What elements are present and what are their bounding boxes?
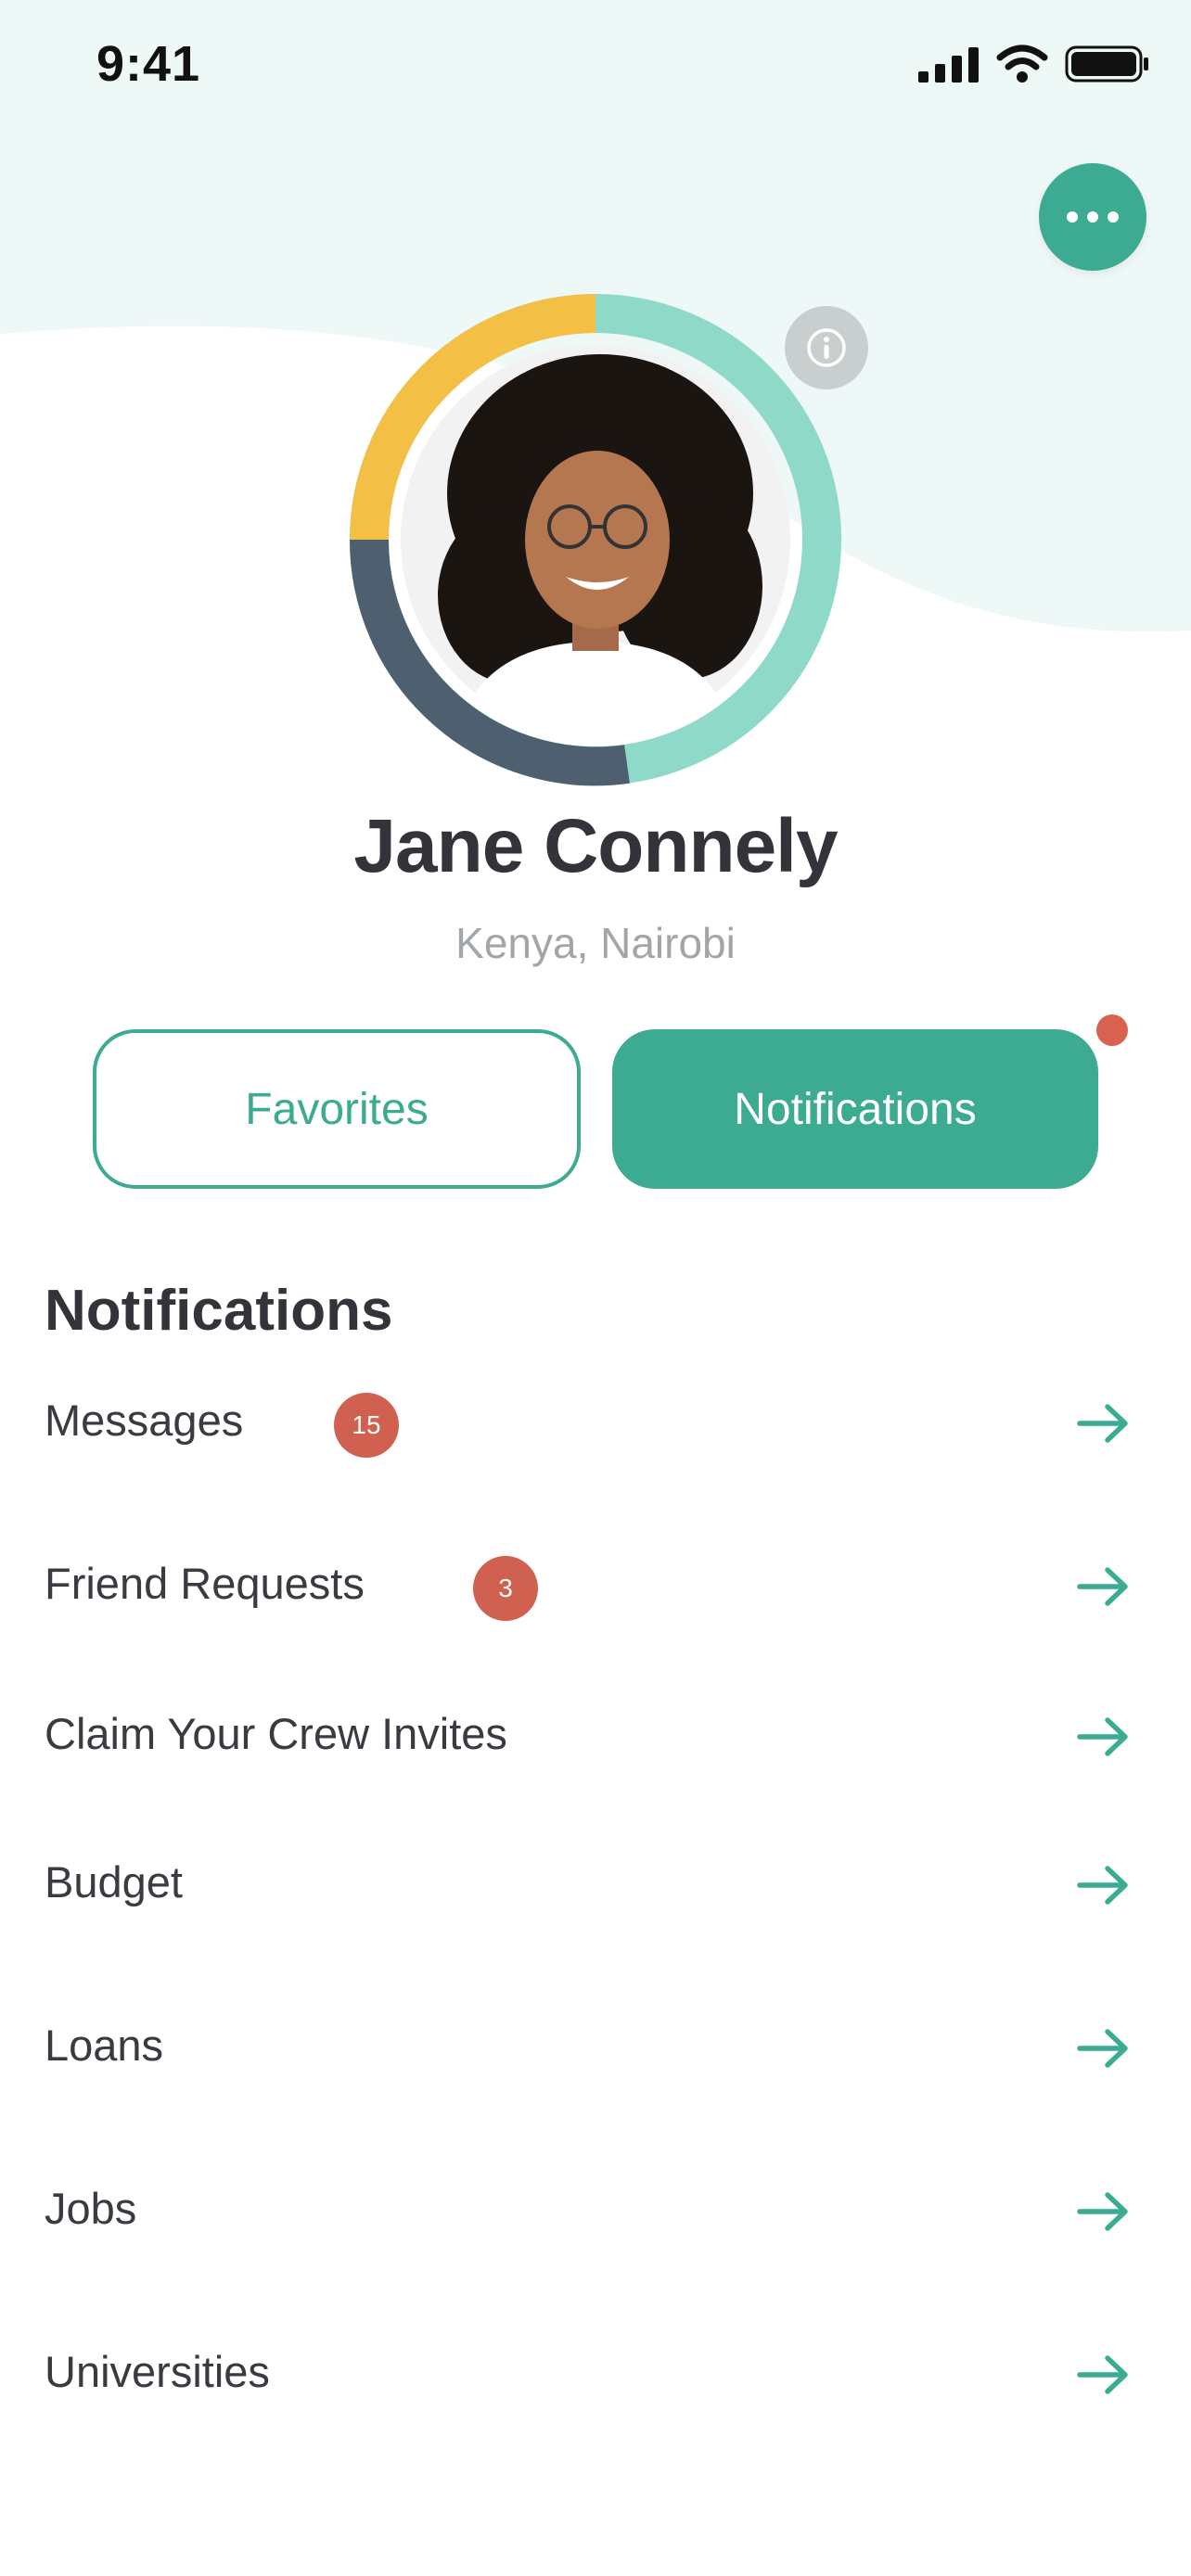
- list-item-loans[interactable]: Loans: [0, 1997, 1191, 2099]
- arrow-right-icon: [1077, 1717, 1128, 1756]
- profile-name: Jane Connely: [353, 804, 838, 888]
- status-icons: [918, 45, 1150, 83]
- more-dots-icon: [1067, 211, 1078, 223]
- arrow-right-icon: [1077, 1567, 1128, 1606]
- count-badge: 3: [473, 1556, 538, 1621]
- list-item-label: Claim Your Crew Invites: [45, 1709, 507, 1758]
- more-options-button[interactable]: [1039, 163, 1146, 271]
- section-title: Notifications: [45, 1279, 393, 1343]
- arrow-right-icon: [1077, 2192, 1128, 2231]
- list-item-crew-invites[interactable]: Claim Your Crew Invites: [0, 1686, 1191, 1788]
- list-item-label: Universities: [45, 2347, 270, 2396]
- list-item-label: Loans: [45, 2021, 164, 2070]
- status-bar: 9:41: [0, 0, 1191, 139]
- battery-icon: [1065, 45, 1148, 83]
- list-item-budget[interactable]: Budget: [0, 1834, 1191, 1936]
- arrow-right-icon: [1077, 2029, 1128, 2068]
- info-icon: [807, 328, 846, 367]
- list-item-friend-requests[interactable]: Friend Requests 3: [0, 1536, 1191, 1638]
- arrow-right-icon: [1077, 2355, 1128, 2394]
- info-button[interactable]: [785, 306, 868, 389]
- cellular-signal-icon: [918, 47, 979, 83]
- list-item-messages[interactable]: Messages 15: [0, 1372, 1191, 1474]
- notification-dot-badge: [1096, 1014, 1128, 1046]
- profile-location: Kenya, Nairobi: [455, 919, 736, 967]
- list-item-label: Jobs: [45, 2184, 137, 2233]
- tab-notifications[interactable]: Notifications: [612, 1029, 1098, 1189]
- list-item-label: Friend Requests: [45, 1559, 365, 1608]
- list-item-label: Budget: [45, 1857, 183, 1906]
- arrow-right-icon: [1077, 1404, 1128, 1443]
- count-badge: 15: [334, 1393, 399, 1458]
- tab-favorites[interactable]: Favorites: [93, 1029, 581, 1189]
- avatar[interactable]: [401, 345, 790, 734]
- status-time: 9:41: [96, 36, 201, 92]
- list-item-label: Messages: [45, 1396, 244, 1445]
- avatar-portrait-icon: [401, 345, 790, 734]
- arrow-right-icon: [1077, 1866, 1128, 1905]
- list-item-jobs[interactable]: Jobs: [0, 2161, 1191, 2263]
- wifi-icon: [996, 45, 1048, 83]
- list-item-universities[interactable]: Universities: [0, 2324, 1191, 2426]
